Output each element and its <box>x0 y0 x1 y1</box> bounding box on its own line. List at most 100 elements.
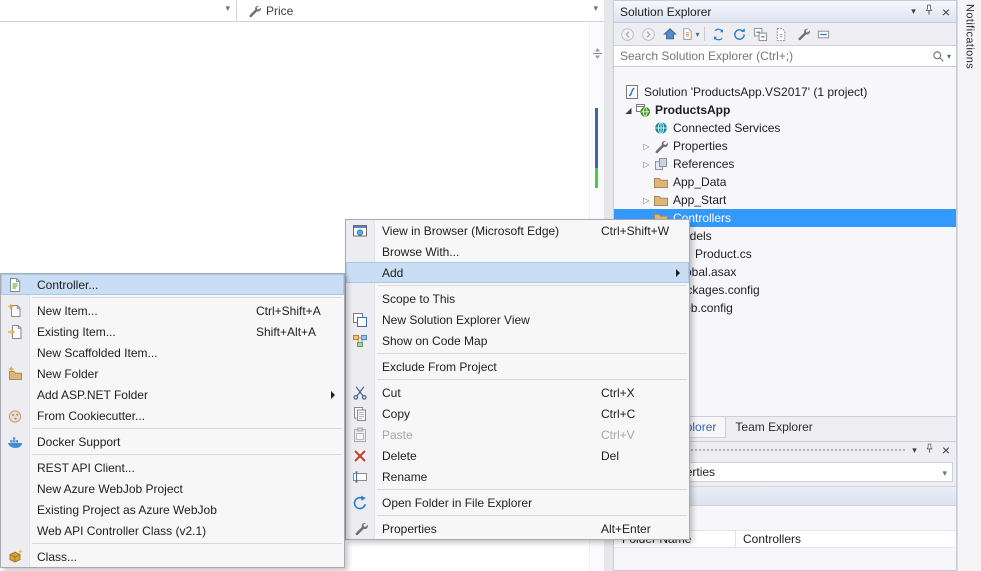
pin-icon[interactable] <box>923 4 935 19</box>
add-submenu: Controller... New Item... Ctrl+Shift+A E… <box>0 273 345 568</box>
nav-members-dropdown[interactable]: Price ▾ <box>237 0 604 21</box>
solution-explorer-titlebar: Solution Explorer ▾ × <box>614 1 956 23</box>
cookiecutter-icon <box>1 408 29 424</box>
solution-icon <box>624 84 641 100</box>
home-icon[interactable] <box>659 24 680 44</box>
rename-icon <box>346 469 374 485</box>
expander-collapsed-icon[interactable]: ▷ <box>640 142 653 151</box>
editor-navigation-bar: ▾ Price ▾ <box>0 0 604 22</box>
tab-team-explorer[interactable]: Team Explorer <box>726 417 821 438</box>
menu-separator <box>32 297 342 298</box>
expander-collapsed-icon[interactable]: ▷ <box>640 196 653 205</box>
aspnet-project-icon <box>635 102 652 118</box>
menu-item-rename[interactable]: Rename <box>346 466 689 487</box>
solution-explorer-search: ▾ <box>614 45 956 67</box>
tree-item-properties[interactable]: ▷ Properties <box>614 137 956 155</box>
submenu-arrow-icon <box>676 269 680 277</box>
wrench-icon <box>653 138 670 154</box>
submenu-arrow-icon <box>331 391 335 399</box>
copy-icon <box>346 406 374 422</box>
sync-with-active-document-icon[interactable] <box>708 24 729 44</box>
menu-item-show-on-code-map[interactable]: Show on Code Map <box>346 330 689 351</box>
existing-item-icon <box>1 324 29 340</box>
scrollbar-annotation-blue <box>595 108 598 168</box>
menu-item-new-solution-explorer-view[interactable]: New Solution Explorer View <box>346 309 689 330</box>
tree-item-connected-services[interactable]: Connected Services <box>614 119 956 137</box>
paste-icon <box>346 427 374 443</box>
new-item-icon <box>1 303 29 319</box>
expander-expanded-icon[interactable]: ◢ <box>622 106 635 115</box>
new-folder-icon <box>1 366 29 382</box>
menu-item-new-azure-webjob-project[interactable]: New Azure WebJob Project <box>1 478 344 499</box>
menu-item-delete[interactable]: Delete Del <box>346 445 689 466</box>
properties-wrench-icon[interactable] <box>792 24 813 44</box>
switch-views-icon[interactable]: ▾ <box>680 24 701 44</box>
back-icon[interactable] <box>617 24 638 44</box>
nav-member-value: Price <box>261 4 293 18</box>
search-icon[interactable]: ▾ <box>932 50 956 63</box>
menu-separator <box>377 379 687 380</box>
close-icon[interactable]: × <box>942 444 950 456</box>
open-folder-icon <box>346 495 374 511</box>
menu-separator <box>377 489 687 490</box>
controller-document-icon <box>1 277 29 293</box>
menu-item-new-item[interactable]: New Item... Ctrl+Shift+A <box>1 300 344 321</box>
menu-item-view-in-browser[interactable]: View in Browser (Microsoft Edge) Ctrl+Sh… <box>346 220 689 241</box>
splitter-handle-icon[interactable] <box>591 48 604 62</box>
menu-item-properties[interactable]: Properties Alt+Enter <box>346 518 689 539</box>
tree-item-solution[interactable]: Solution 'ProductsApp.VS2017' (1 project… <box>614 83 956 101</box>
tree-item-app-start[interactable]: ▷ App_Start <box>614 191 956 209</box>
scrollbar-annotation-green <box>595 168 598 188</box>
chevron-down-icon: ▾ <box>225 3 230 14</box>
tree-item-app-data[interactable]: App_Data <box>614 173 956 191</box>
visual-studio-window: ▾ Price ▾ Solution Explorer ▾ <box>0 0 981 571</box>
window-position-icon[interactable]: ▾ <box>912 445 917 456</box>
menu-item-controller[interactable]: Controller... <box>1 274 344 295</box>
menu-item-rest-api-client[interactable]: REST API Client... <box>1 457 344 478</box>
menu-item-scope-to-this[interactable]: Scope to This <box>346 288 689 309</box>
solution-explorer-toolbar: ▾ <box>614 23 956 45</box>
panel-title: Solution Explorer <box>620 5 911 19</box>
menu-item-docker-support[interactable]: Docker Support <box>1 431 344 452</box>
preview-selected-items-icon[interactable] <box>813 24 834 44</box>
menu-item-copy[interactable]: Copy Ctrl+C <box>346 403 689 424</box>
menu-item-web-api-controller-class[interactable]: Web API Controller Class (v2.1) <box>1 520 344 541</box>
menu-item-from-cookiecutter[interactable]: From Cookiecutter... <box>1 405 344 426</box>
toolbar-separator <box>704 27 705 41</box>
show-all-files-icon[interactable] <box>771 24 792 44</box>
refresh-icon[interactable] <box>729 24 750 44</box>
tree-item-references[interactable]: ▷ References <box>614 155 956 173</box>
property-value[interactable]: Controllers <box>736 532 801 546</box>
expander-collapsed-icon[interactable]: ▷ <box>640 160 653 169</box>
menu-separator <box>32 543 342 544</box>
nav-types-dropdown[interactable]: ▾ <box>0 0 237 21</box>
menu-item-new-scaffolded-item[interactable]: New Scaffolded Item... <box>1 342 344 363</box>
context-menu: View in Browser (Microsoft Edge) Ctrl+Sh… <box>345 219 690 540</box>
forward-icon[interactable] <box>638 24 659 44</box>
tree-item-productsapp[interactable]: ◢ ProductsApp <box>614 101 956 119</box>
menu-item-browse-with[interactable]: Browse With... <box>346 241 689 262</box>
chevron-down-icon: ▾ <box>942 468 947 479</box>
menu-item-existing-item[interactable]: Existing Item... Shift+Alt+A <box>1 321 344 342</box>
menu-item-new-folder[interactable]: New Folder <box>1 363 344 384</box>
new-solution-explorer-view-icon <box>346 312 374 328</box>
wrench-icon <box>346 521 374 536</box>
menu-separator <box>32 454 342 455</box>
menu-item-add-aspnet-folder[interactable]: Add ASP.NET Folder <box>1 384 344 405</box>
menu-item-add[interactable]: Add <box>346 262 689 283</box>
notifications-tab[interactable]: Notifications <box>957 0 981 571</box>
pin-icon[interactable] <box>924 443 935 457</box>
menu-item-open-folder-in-file-explorer[interactable]: Open Folder in File Explorer <box>346 492 689 513</box>
menu-separator <box>377 353 687 354</box>
code-map-icon <box>346 333 374 349</box>
search-input[interactable] <box>614 47 932 65</box>
docker-icon <box>1 434 29 450</box>
cut-icon <box>346 385 374 401</box>
collapse-all-icon[interactable] <box>750 24 771 44</box>
menu-item-cut[interactable]: Cut Ctrl+X <box>346 382 689 403</box>
menu-item-exclude-from-project[interactable]: Exclude From Project <box>346 356 689 377</box>
menu-item-existing-project-as-azure-webjob[interactable]: Existing Project as Azure WebJob <box>1 499 344 520</box>
menu-item-class[interactable]: Class... <box>1 546 344 567</box>
window-position-icon[interactable]: ▾ <box>911 6 916 17</box>
close-icon[interactable]: × <box>942 6 950 18</box>
